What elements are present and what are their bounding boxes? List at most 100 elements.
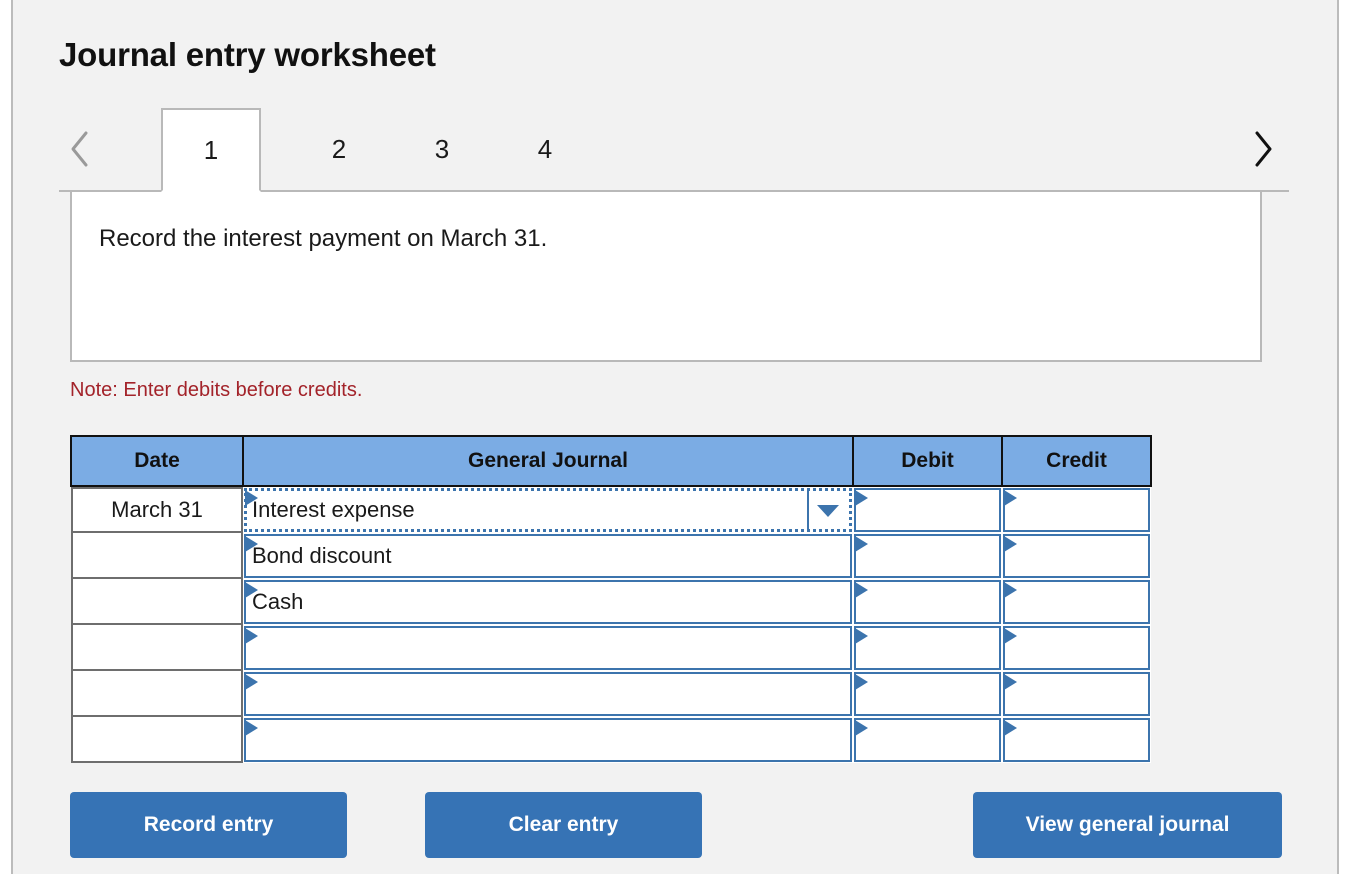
account-input-wrapper[interactable]: Interest expense xyxy=(243,487,853,533)
cell-marker-triangle-icon xyxy=(855,582,868,598)
column-header-general-journal: General Journal xyxy=(242,435,854,487)
cell-marker-triangle-icon xyxy=(1004,536,1017,552)
credit-value xyxy=(1011,717,1111,763)
tab-1[interactable]: 1 xyxy=(161,108,261,192)
date-value: March 31 xyxy=(71,487,243,533)
tab-label: 4 xyxy=(537,133,553,164)
cell-marker-triangle-icon xyxy=(245,720,258,736)
next-tab-button[interactable] xyxy=(1246,122,1280,176)
account-value xyxy=(252,625,813,671)
date-cell[interactable] xyxy=(71,533,243,579)
credit-cell[interactable] xyxy=(1002,717,1151,763)
tab-label: 2 xyxy=(331,133,347,164)
credit-cell[interactable] xyxy=(1002,486,1151,533)
cell-marker-triangle-icon xyxy=(245,628,258,644)
account-input-wrapper[interactable]: Cash xyxy=(243,579,853,625)
debit-input-wrapper[interactable] xyxy=(853,671,1002,717)
account-cell[interactable]: Interest expense xyxy=(243,486,853,533)
debit-cell[interactable] xyxy=(853,717,1002,763)
account-input-wrapper[interactable] xyxy=(243,671,853,717)
tab-2[interactable]: 2 xyxy=(289,108,389,190)
credit-cell[interactable] xyxy=(1002,625,1151,671)
cell-marker-triangle-icon xyxy=(245,536,258,552)
debit-value xyxy=(862,487,962,533)
credit-value xyxy=(1011,487,1111,533)
tab-4[interactable]: 4 xyxy=(495,108,595,190)
credit-cell[interactable] xyxy=(1002,579,1151,625)
account-value xyxy=(252,671,813,717)
debit-input-wrapper[interactable] xyxy=(853,487,1002,533)
account-input-wrapper[interactable]: Bond discount xyxy=(243,533,853,579)
credit-cell[interactable] xyxy=(1002,533,1151,579)
page-title: Journal entry worksheet xyxy=(59,36,436,73)
debit-value xyxy=(862,717,962,763)
record-entry-button[interactable]: Record entry xyxy=(70,792,347,858)
debit-cell[interactable] xyxy=(853,486,1002,533)
credit-input-wrapper[interactable] xyxy=(1002,625,1151,671)
cell-marker-triangle-icon xyxy=(855,536,868,552)
cell-marker-triangle-icon xyxy=(1004,674,1017,690)
debit-value xyxy=(862,533,962,579)
debit-value xyxy=(862,579,962,625)
credit-input-wrapper[interactable] xyxy=(1002,533,1151,579)
journal-entry-worksheet-page: Journal entry worksheet 1 2 3 4 Record t… xyxy=(0,0,1364,874)
credit-input-wrapper[interactable] xyxy=(1002,487,1151,533)
debit-cell[interactable] xyxy=(853,625,1002,671)
date-value xyxy=(71,625,243,671)
date-cell[interactable] xyxy=(71,717,243,763)
account-input-wrapper[interactable] xyxy=(243,717,853,763)
cell-marker-triangle-icon xyxy=(1004,720,1017,736)
column-header-date: Date xyxy=(70,435,244,487)
account-value: Cash xyxy=(252,589,304,614)
debit-cell[interactable] xyxy=(853,533,1002,579)
date-cell[interactable] xyxy=(71,671,243,717)
date-cell[interactable]: March 31 xyxy=(71,486,243,533)
previous-tab-button[interactable] xyxy=(63,122,97,176)
date-value xyxy=(71,533,243,579)
cell-marker-triangle-icon xyxy=(245,674,258,690)
date-cell[interactable] xyxy=(71,579,243,625)
column-header-debit: Debit xyxy=(852,435,1003,487)
account-cell[interactable]: Bond discount xyxy=(243,533,853,579)
tab-3[interactable]: 3 xyxy=(392,108,492,190)
account-cell[interactable] xyxy=(243,671,853,717)
table-header-row: Date General Journal Debit Credit xyxy=(70,435,1152,487)
table-row: Bond discount xyxy=(71,533,1151,579)
debit-input-wrapper[interactable] xyxy=(853,717,1002,763)
dropdown-separator xyxy=(807,491,809,529)
account-value xyxy=(252,717,813,763)
account-value: Interest expense xyxy=(252,497,415,522)
credit-input-wrapper[interactable] xyxy=(1002,671,1151,717)
credit-value xyxy=(1011,671,1111,717)
date-cell[interactable] xyxy=(71,625,243,671)
debit-cell[interactable] xyxy=(853,671,1002,717)
view-general-journal-button[interactable]: View general journal xyxy=(973,792,1282,858)
chevron-right-icon xyxy=(1251,129,1275,169)
date-value xyxy=(71,671,243,717)
credit-input-wrapper[interactable] xyxy=(1002,579,1151,625)
debit-input-wrapper[interactable] xyxy=(853,625,1002,671)
instruction-text: Record the interest payment on March 31. xyxy=(99,225,548,252)
debit-input-wrapper[interactable] xyxy=(853,579,1002,625)
debits-before-credits-note: Note: Enter debits before credits. xyxy=(70,379,363,401)
table-row xyxy=(71,671,1151,717)
chevron-down-icon[interactable] xyxy=(817,505,839,517)
chevron-left-icon xyxy=(68,129,92,169)
debit-value xyxy=(862,671,962,717)
account-input-wrapper[interactable] xyxy=(243,625,853,671)
cell-marker-triangle-icon xyxy=(1004,582,1017,598)
date-value xyxy=(71,717,243,763)
account-cell[interactable] xyxy=(243,717,853,763)
debit-input-wrapper[interactable] xyxy=(853,533,1002,579)
column-header-credit: Credit xyxy=(1001,435,1152,487)
credit-cell[interactable] xyxy=(1002,671,1151,717)
cell-marker-triangle-icon xyxy=(245,582,258,598)
account-cell[interactable]: Cash xyxy=(243,579,853,625)
cell-marker-triangle-icon xyxy=(855,720,868,736)
account-cell[interactable] xyxy=(243,625,853,671)
table-row: Cash xyxy=(71,579,1151,625)
table-row xyxy=(71,717,1151,763)
credit-input-wrapper[interactable] xyxy=(1002,717,1151,763)
debit-cell[interactable] xyxy=(853,579,1002,625)
clear-entry-button[interactable]: Clear entry xyxy=(425,792,702,858)
